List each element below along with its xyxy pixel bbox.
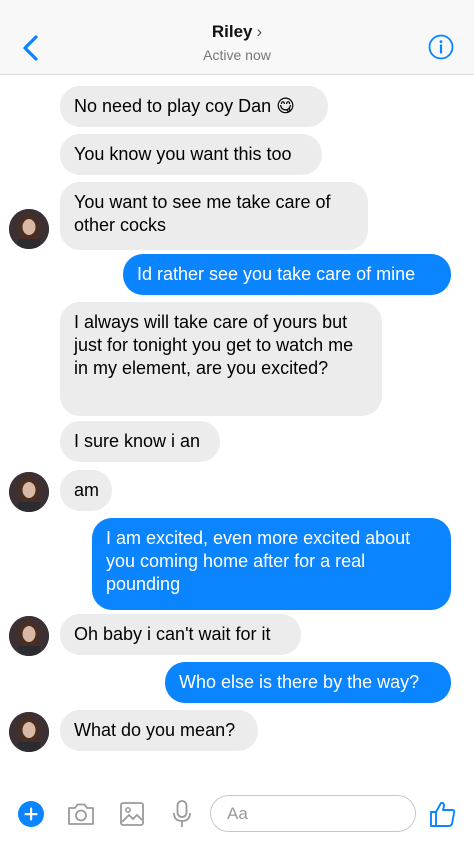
active-status: Active now [203, 47, 271, 63]
camera-button[interactable] [66, 801, 96, 827]
info-icon [428, 34, 454, 60]
conversation-header: Riley › Active now [0, 0, 474, 75]
avatar[interactable] [9, 616, 49, 656]
incoming-message[interactable]: You know you want this too [60, 134, 322, 175]
gallery-button[interactable] [119, 800, 145, 828]
incoming-message[interactable]: am [60, 470, 112, 511]
microphone-icon [173, 800, 191, 827]
incoming-message[interactable]: You want to see me take care of other co… [60, 182, 368, 250]
incoming-message[interactable]: No need to play coy Dan 😋 [60, 86, 328, 127]
incoming-message[interactable]: What do you mean? [60, 710, 258, 751]
more-actions-button[interactable] [18, 801, 44, 827]
avatar[interactable] [9, 472, 49, 512]
outgoing-message[interactable]: Who else is there by the way? [165, 662, 451, 703]
plus-icon [18, 801, 44, 827]
chevron-right-icon: › [256, 22, 263, 41]
incoming-message[interactable]: I always will take care of yours but jus… [60, 302, 382, 416]
message-input[interactable]: Aa [210, 795, 416, 832]
like-button[interactable] [428, 799, 458, 829]
image-icon [120, 802, 144, 826]
thumbs-up-icon [430, 801, 456, 827]
message-composer: Aa [0, 784, 474, 842]
avatar[interactable] [9, 712, 49, 752]
incoming-message[interactable]: I sure know i an [60, 421, 220, 462]
avatar[interactable] [9, 209, 49, 249]
incoming-message[interactable]: Oh baby i can't wait for it [60, 614, 301, 655]
contact-name[interactable]: Riley [212, 22, 253, 41]
voice-button[interactable] [170, 799, 194, 829]
outgoing-message[interactable]: I am excited, even more excited about yo… [92, 518, 451, 610]
outgoing-message[interactable]: Id rather see you take care of mine [123, 254, 451, 295]
camera-icon [68, 803, 94, 825]
info-button[interactable] [428, 34, 454, 60]
contact-title[interactable]: Riley › Active now [0, 22, 474, 63]
